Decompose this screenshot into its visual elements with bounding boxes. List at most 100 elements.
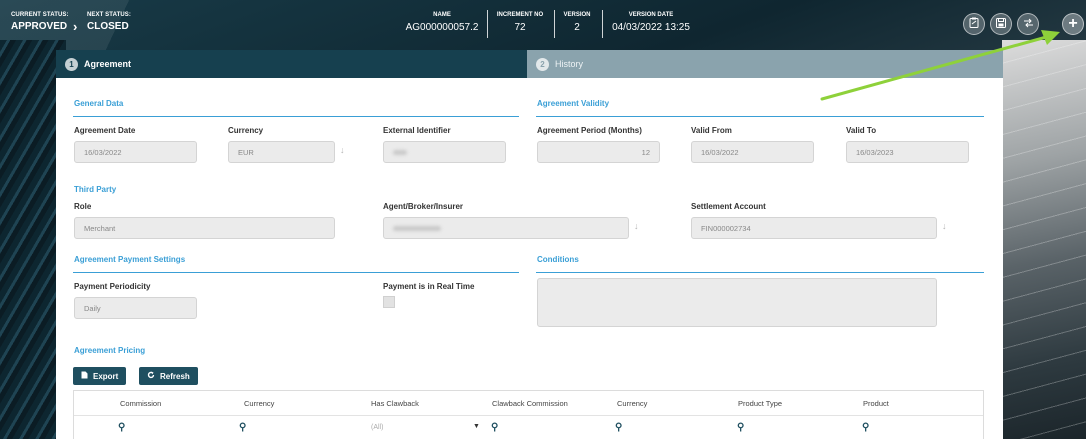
current-status-value: APPROVED bbox=[11, 21, 68, 32]
agreement-date-label: Agreement Date bbox=[74, 126, 136, 135]
tab-number: 2 bbox=[536, 57, 549, 71]
clipboard-button[interactable] bbox=[963, 13, 985, 35]
tab-label: History bbox=[555, 59, 584, 69]
agent-broker-insurer-label: Agent/Broker/Insurer bbox=[383, 202, 464, 211]
agreement-date-field[interactable]: 16/03/2022 bbox=[74, 141, 197, 163]
settlement-account-value: FIN000002734 bbox=[701, 223, 751, 233]
search-icon[interactable]: ⚲ bbox=[239, 422, 246, 433]
external-identifier-field[interactable] bbox=[383, 141, 506, 163]
column-header-currency-2[interactable]: Currency bbox=[617, 399, 647, 408]
currency-select[interactable]: EUR bbox=[228, 141, 335, 163]
pricing-grid: Commission Currency Has Clawback Clawbac… bbox=[73, 390, 984, 439]
refresh-button[interactable]: Refresh bbox=[139, 367, 198, 385]
version-meta: VERSION 2 bbox=[558, 12, 596, 33]
export-label: Export bbox=[93, 371, 119, 381]
divider bbox=[487, 10, 488, 38]
current-status-label: CURRENT STATUS: bbox=[11, 12, 69, 18]
section-divider bbox=[536, 272, 984, 273]
caret-down-icon[interactable]: ▼ bbox=[473, 423, 480, 430]
settlement-account-select[interactable]: FIN000002734 bbox=[691, 217, 937, 239]
agreement-period-field[interactable]: 12 bbox=[537, 141, 660, 163]
version-date-meta: VERSION DATE 04/03/2022 13:25 bbox=[607, 12, 695, 33]
valid-to-field[interactable]: 16/03/2023 bbox=[846, 141, 969, 163]
section-title-general-data: General Data bbox=[74, 99, 124, 108]
payment-periodicity-value: Daily bbox=[84, 303, 101, 313]
column-header-currency[interactable]: Currency bbox=[244, 399, 274, 408]
version-date-label: VERSION DATE bbox=[628, 12, 674, 18]
column-header-product[interactable]: Product bbox=[863, 399, 889, 408]
currency-value: EUR bbox=[238, 147, 254, 157]
payment-realtime-label: Payment is in Real Time bbox=[383, 282, 475, 291]
section-title-third-party: Third Party bbox=[74, 185, 117, 194]
save-icon bbox=[996, 17, 1006, 31]
payment-realtime-checkbox[interactable] bbox=[383, 296, 395, 308]
tab-history[interactable]: 2 History bbox=[527, 50, 1003, 78]
current-status: CURRENT STATUS: APPROVED bbox=[11, 12, 69, 32]
agent-broker-insurer-select[interactable] bbox=[383, 217, 629, 239]
valid-from-value: 16/03/2022 bbox=[701, 147, 739, 157]
currency-label: Currency bbox=[228, 126, 264, 135]
next-status[interactable]: NEXT STATUS: CLOSED bbox=[87, 12, 131, 32]
clipboard-icon bbox=[969, 17, 979, 31]
increment-value: 72 bbox=[514, 22, 526, 33]
divider bbox=[554, 10, 555, 38]
section-title-agreement-validity: Agreement Validity bbox=[537, 99, 610, 108]
name-meta: NAME AG000000057.2 bbox=[404, 12, 480, 33]
section-divider bbox=[536, 116, 984, 117]
tab-bar: 1 Agreement 2 History bbox=[56, 50, 1003, 78]
chevron-down-icon[interactable]: ↓ bbox=[340, 145, 345, 155]
version-value: 2 bbox=[574, 22, 580, 33]
tab-label: Agreement bbox=[84, 59, 132, 69]
column-header-clawback-commission[interactable]: Clawback Commission bbox=[492, 399, 568, 408]
conditions-textarea[interactable] bbox=[537, 278, 937, 327]
search-icon[interactable]: ⚲ bbox=[491, 422, 498, 433]
valid-from-field[interactable]: 16/03/2022 bbox=[691, 141, 814, 163]
status-header: CURRENT STATUS: APPROVED › NEXT STATUS: … bbox=[0, 0, 1086, 46]
name-value: AG000000057.2 bbox=[405, 22, 479, 33]
role-label: Role bbox=[74, 202, 92, 211]
save-button[interactable] bbox=[990, 13, 1012, 35]
agreement-period-label: Agreement Period (Months) bbox=[537, 126, 642, 135]
valid-from-label: Valid From bbox=[691, 126, 732, 135]
column-header-commission[interactable]: Commission bbox=[120, 399, 161, 408]
tab-agreement[interactable]: 1 Agreement bbox=[56, 50, 527, 78]
agreement-form: General Data Agreement Date 16/03/2022 C… bbox=[56, 78, 1003, 439]
next-status-label: NEXT STATUS: bbox=[87, 12, 131, 18]
column-header-product-type[interactable]: Product Type bbox=[738, 399, 782, 408]
compare-icon bbox=[1023, 18, 1034, 31]
section-divider bbox=[73, 116, 519, 117]
search-icon[interactable]: ⚲ bbox=[615, 422, 622, 433]
chevron-right-icon: › bbox=[73, 19, 78, 34]
section-divider bbox=[73, 272, 519, 273]
agreement-period-value: 12 bbox=[641, 147, 650, 157]
refresh-icon bbox=[147, 371, 155, 381]
settlement-account-label: Settlement Account bbox=[691, 202, 766, 211]
export-button[interactable]: Export bbox=[73, 367, 127, 385]
role-value: Merchant bbox=[84, 223, 116, 233]
external-identifier-label: External Identifier bbox=[383, 126, 451, 135]
search-icon[interactable]: ⚲ bbox=[118, 422, 125, 433]
name-label: NAME bbox=[433, 12, 451, 18]
has-clawback-filter-select[interactable]: (All) bbox=[371, 424, 383, 431]
section-title-payment-settings: Agreement Payment Settings bbox=[74, 255, 186, 264]
column-header-has-clawback[interactable]: Has Clawback bbox=[371, 399, 419, 408]
valid-to-value: 16/03/2023 bbox=[856, 147, 894, 157]
version-date-value: 04/03/2022 13:25 bbox=[612, 22, 690, 33]
valid-to-label: Valid To bbox=[846, 126, 877, 135]
compare-button[interactable] bbox=[1017, 13, 1039, 35]
grid-header-row: Commission Currency Has Clawback Clawbac… bbox=[74, 391, 983, 416]
section-title-conditions: Conditions bbox=[537, 255, 579, 264]
redacted-value bbox=[393, 225, 441, 231]
refresh-label: Refresh bbox=[160, 371, 190, 381]
role-field[interactable]: Merchant bbox=[74, 217, 335, 239]
search-icon[interactable]: ⚲ bbox=[862, 422, 869, 433]
chevron-down-icon[interactable]: ↓ bbox=[942, 221, 947, 231]
chevron-down-icon[interactable]: ↓ bbox=[634, 221, 639, 231]
payment-periodicity-field[interactable]: Daily bbox=[74, 297, 197, 319]
increment-label: INCREMENT NO bbox=[496, 12, 544, 18]
search-icon[interactable]: ⚲ bbox=[737, 422, 744, 433]
divider bbox=[602, 10, 603, 38]
tab-number: 1 bbox=[65, 57, 78, 71]
add-button[interactable]: + bbox=[1062, 13, 1084, 35]
plus-icon: + bbox=[1068, 15, 1078, 32]
